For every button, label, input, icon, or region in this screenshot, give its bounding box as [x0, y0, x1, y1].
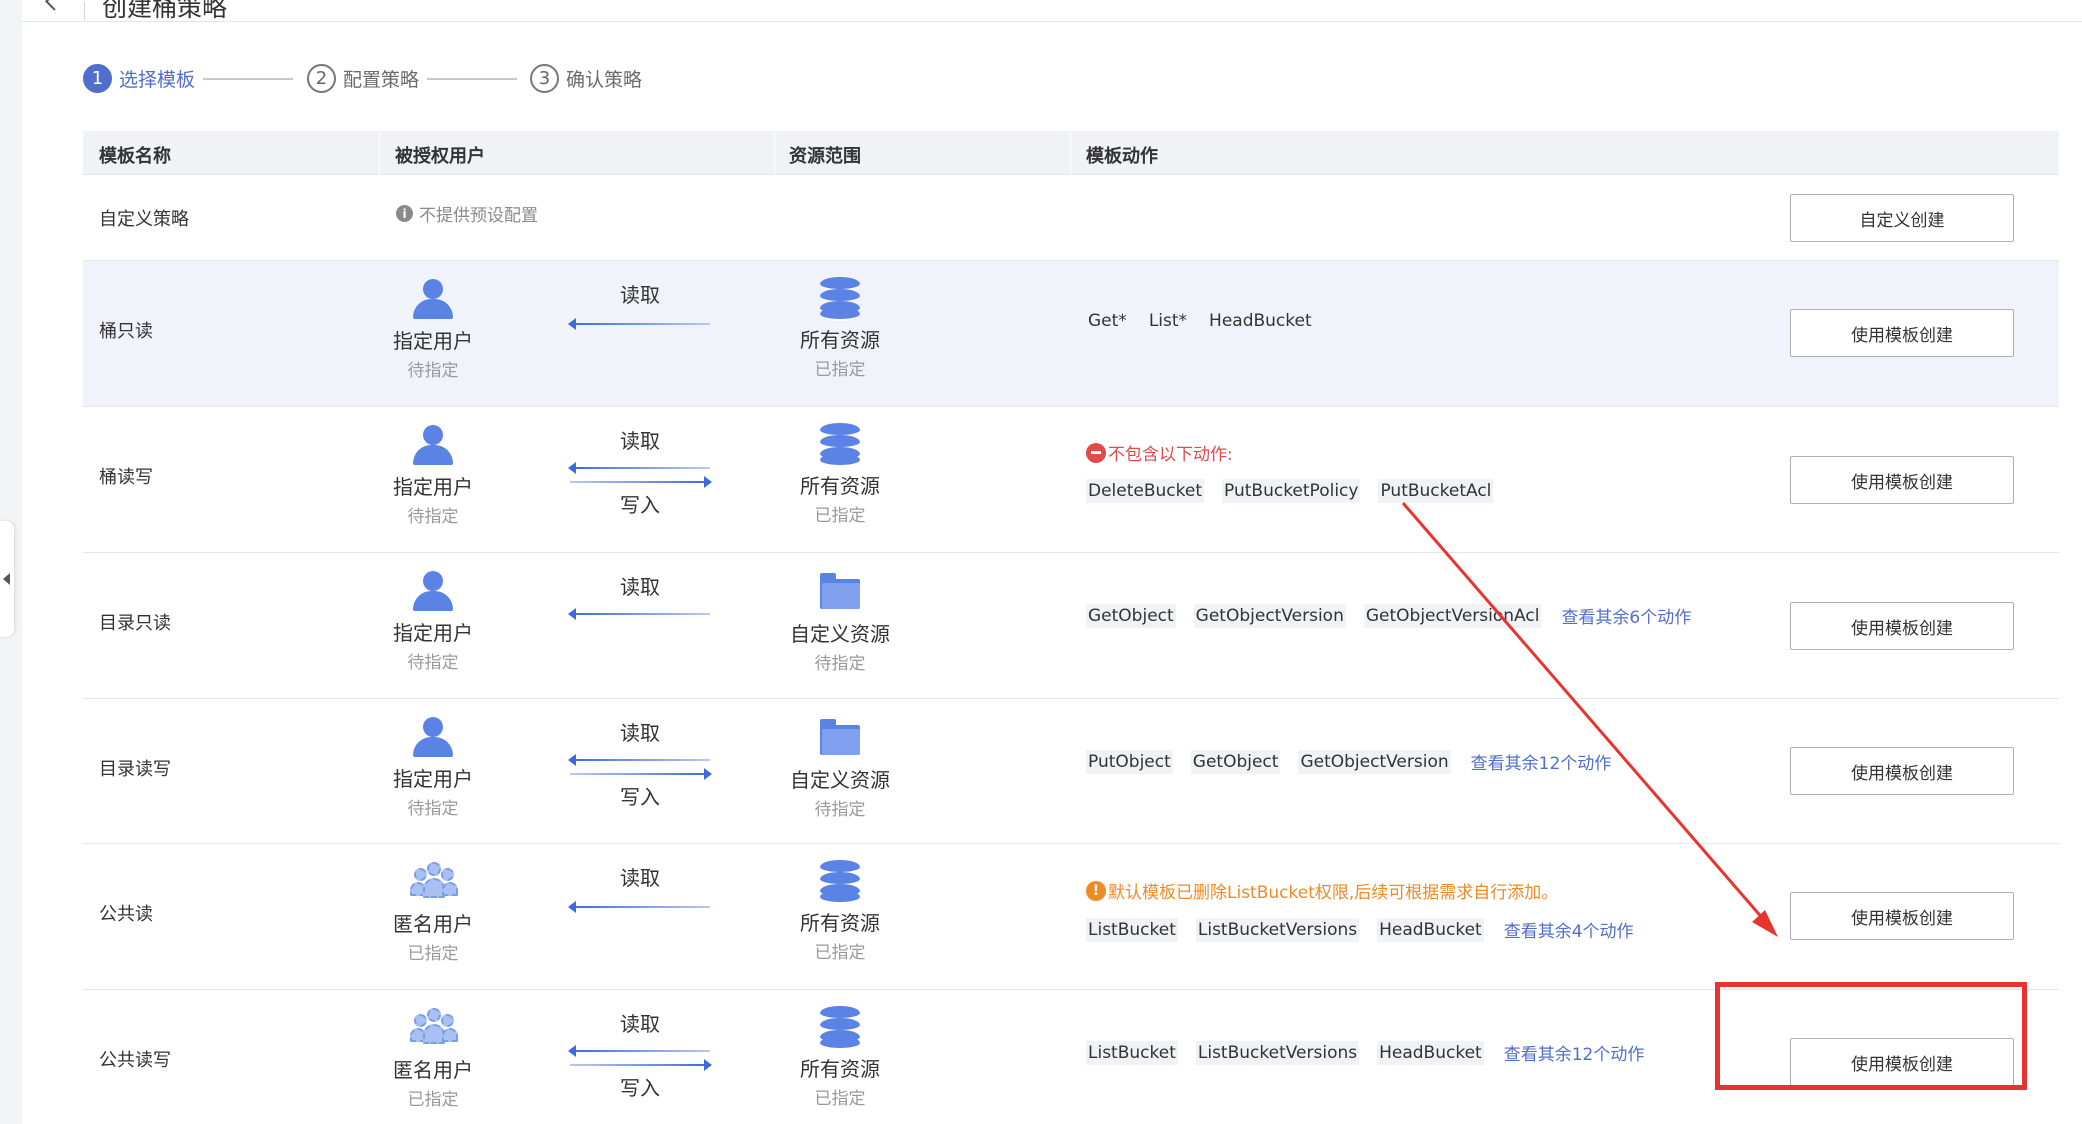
- annotation-arrow-head: [1752, 910, 1778, 937]
- annotation-arrow-line: [1401, 502, 1766, 921]
- annotation-arrow: [1401, 502, 1778, 937]
- annotation-highlight-box: [1715, 982, 2027, 1090]
